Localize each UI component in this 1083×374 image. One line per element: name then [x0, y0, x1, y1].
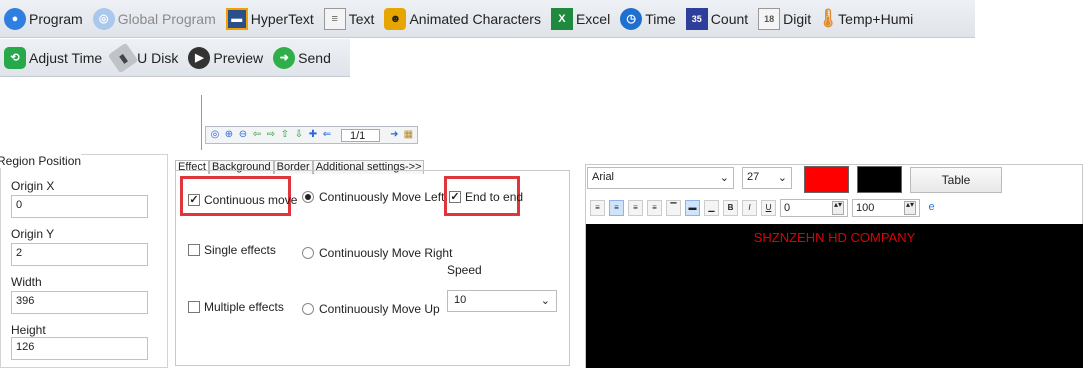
secondary-toolbar: ⟲ Adjust Time ▮ U Disk ▶ Preview ➜ Send	[0, 39, 350, 77]
scale-input[interactable]: 100 ▴▾	[852, 199, 920, 217]
send-arrow-icon: ➜	[273, 46, 296, 69]
move-right-radio[interactable]: Continuously Move Right	[302, 246, 452, 260]
move-up-radio[interactable]: Continuously Move Up	[302, 302, 440, 316]
bold-icon[interactable]: B	[723, 200, 738, 216]
origin-x-input[interactable]: 0	[11, 195, 148, 218]
text-icon: ≡	[323, 7, 346, 30]
global-program-button[interactable]: ◎ Global Program	[89, 2, 222, 36]
adjust-time-icon: ⟲	[4, 46, 26, 69]
spacing-input[interactable]: 0 ▴▾	[780, 199, 848, 217]
usb-disk-icon: ▮	[107, 42, 139, 73]
align-center-icon[interactable]: ≡	[609, 200, 624, 216]
continuous-move-checkbox[interactable]: ✓ Continuous move	[188, 193, 297, 207]
thermometer-icon: 🌡	[816, 8, 840, 28]
u-disk-button[interactable]: ▮ U Disk	[107, 41, 184, 75]
region-position-title: Region Position	[0, 154, 82, 168]
valign-top-icon[interactable]: ▔	[666, 200, 681, 216]
table-button[interactable]: Table	[910, 167, 1002, 193]
animated-characters-icon: ☻	[384, 7, 407, 30]
multiple-effects-checkbox[interactable]: Multiple effects	[188, 300, 284, 314]
spinner-icon[interactable]: ▴▾	[832, 201, 844, 215]
speed-select[interactable]: 10 ⌄	[447, 290, 557, 312]
font-family-select[interactable]: Arial ⌄	[587, 167, 734, 189]
time-button[interactable]: ◷ Time	[616, 2, 682, 36]
radio-unselected	[302, 303, 314, 315]
width-input[interactable]: 396	[11, 291, 148, 314]
origin-y-input[interactable]: 2	[11, 243, 148, 266]
end-to-end-checkbox[interactable]: ✓ End to end	[449, 190, 523, 204]
program-button[interactable]: ● Program	[0, 2, 89, 36]
arrow-right-icon[interactable]: ⇨	[265, 129, 277, 141]
origin-y-label: Origin Y	[11, 227, 55, 241]
text-color-swatch[interactable]	[804, 166, 849, 193]
text-button[interactable]: ≡ Text	[320, 2, 381, 36]
align-left-icon[interactable]: ≡	[590, 200, 605, 216]
temp-humi-button[interactable]: 🌡 Temp+Humi	[817, 2, 919, 36]
clock-icon: ◷	[620, 7, 643, 30]
globe-icon: ◎	[92, 7, 115, 30]
zoom-fit-icon[interactable]: ◎	[209, 129, 221, 141]
led-preview-canvas[interactable]: SHZNZEHN HD COMPANY	[586, 224, 1083, 368]
prev-page-icon[interactable]: ⇐	[321, 129, 333, 141]
zoom-in-icon[interactable]: ⊕	[223, 129, 235, 141]
chevron-down-icon: ⌄	[719, 172, 729, 184]
italic-icon[interactable]: I	[742, 200, 757, 216]
clear-format-icon[interactable]: e	[924, 200, 939, 216]
digit-icon: 18	[758, 7, 781, 30]
background-color-swatch[interactable]	[857, 166, 902, 193]
speed-label: Speed	[447, 263, 482, 277]
valign-middle-icon[interactable]: ▬	[685, 200, 700, 216]
send-button[interactable]: ➜ Send	[269, 41, 337, 75]
font-size-select[interactable]: 27 ⌄	[742, 167, 792, 189]
main-toolbar: ● Program ◎ Global Program ▬ HyperText ≡…	[0, 0, 975, 38]
radio-selected	[302, 191, 314, 203]
excel-button[interactable]: X Excel	[547, 2, 616, 36]
count-button[interactable]: 35 Count	[682, 2, 754, 36]
checkbox-unchecked	[188, 244, 200, 256]
arrow-down-icon[interactable]: ⇩	[293, 129, 305, 141]
origin-x-label: Origin X	[11, 179, 55, 193]
checkbox-checked: ✓	[188, 194, 200, 206]
chevron-down-icon: ⌄	[540, 295, 550, 307]
move-left-radio[interactable]: Continuously Move Left	[302, 190, 444, 204]
adjust-time-button[interactable]: ⟲ Adjust Time	[0, 41, 108, 75]
next-page-icon[interactable]: ➜	[388, 129, 400, 141]
digit-button[interactable]: 18 Digit	[754, 2, 817, 36]
chevron-down-icon: ⌄	[777, 172, 787, 184]
height-label: Height	[11, 323, 46, 337]
page-navigation-bar: ◎ ⊕ ⊖ ⇦ ⇨ ⇧ ⇩ ✚ ⇐ 1/1 ➜ ▦	[205, 126, 419, 144]
align-right-icon[interactable]: ≡	[628, 200, 643, 216]
single-effects-checkbox[interactable]: Single effects	[188, 243, 276, 257]
arrow-up-icon[interactable]: ⇧	[279, 129, 291, 141]
checkbox-unchecked	[188, 301, 200, 313]
align-justify-icon[interactable]: ≡	[647, 200, 662, 216]
program-icon: ●	[4, 7, 26, 30]
zoom-out-icon[interactable]: ⊖	[237, 129, 249, 141]
excel-icon: X	[550, 7, 573, 30]
width-label: Width	[11, 275, 42, 289]
grid-icon[interactable]: ▦	[402, 129, 414, 141]
checkbox-checked: ✓	[449, 191, 461, 203]
spinner-icon[interactable]: ▴▾	[904, 201, 916, 215]
play-icon: ▶	[188, 46, 211, 69]
hypertext-button[interactable]: ▬ HyperText	[222, 2, 320, 36]
preview-button[interactable]: ▶ Preview	[184, 41, 269, 75]
valign-bottom-icon[interactable]: ▁	[704, 200, 719, 216]
count-icon: 35	[685, 7, 708, 30]
arrow-left-icon[interactable]: ⇦	[251, 129, 263, 141]
underline-icon[interactable]: U	[761, 200, 776, 216]
height-input[interactable]: 126	[11, 337, 148, 360]
region-position-panel: Region Position Origin X 0 Origin Y 2 Wi…	[0, 154, 168, 368]
radio-unselected	[302, 247, 314, 259]
format-toolbar: ≡ ≡ ≡ ≡ ▔ ▬ ▁ B I U 0 ▴▾ 100 ▴▾ e	[590, 199, 939, 217]
page-indicator: 1/1	[341, 128, 381, 142]
animated-characters-button[interactable]: ☻ Animated Characters	[380, 2, 547, 36]
hypertext-icon: ▬	[225, 7, 248, 30]
preview-text: SHZNZEHN HD COMPANY	[753, 230, 916, 245]
add-icon[interactable]: ✚	[307, 129, 319, 141]
